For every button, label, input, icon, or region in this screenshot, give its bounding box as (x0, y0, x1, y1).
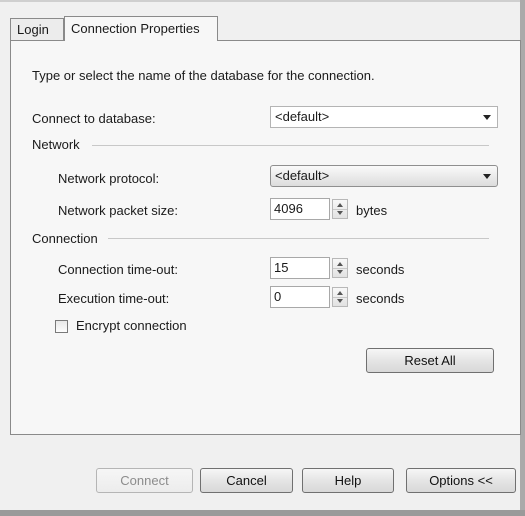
connect-to-database-combo[interactable]: <default> (270, 106, 498, 128)
cancel-button-label: Cancel (226, 473, 267, 488)
network-packet-size-spinner[interactable] (332, 199, 348, 219)
tab-connection-properties[interactable]: Connection Properties (64, 16, 218, 41)
execution-timeout-input[interactable]: 0 (270, 286, 330, 308)
network-group-label: Network (32, 137, 80, 152)
spin-divider (333, 297, 347, 298)
network-packet-size-label: Network packet size: (58, 203, 178, 218)
connect-button-label: Connect (120, 473, 169, 488)
spin-divider (333, 268, 347, 269)
tab-login-label: Login (17, 22, 49, 37)
network-packet-size-input[interactable]: 4096 (270, 198, 330, 220)
encrypt-connection-label[interactable]: Encrypt connection (76, 318, 187, 333)
connection-timeout-label: Connection time-out: (58, 262, 178, 277)
network-packet-size-unit: bytes (356, 203, 388, 218)
connection-timeout-spinner[interactable] (332, 258, 348, 278)
spin-down-icon[interactable] (337, 211, 343, 215)
connection-timeout-unit: seconds (356, 262, 405, 277)
execution-timeout-value: 0 (274, 289, 282, 304)
intro-text: Type or select the name of the database … (32, 68, 375, 83)
network-protocol-select[interactable]: <default> (270, 165, 498, 187)
tab-connection-properties-label: Connection Properties (71, 21, 200, 36)
connect-button[interactable]: Connect (96, 468, 193, 493)
spin-down-icon[interactable] (337, 270, 343, 274)
connect-to-database-label: Connect to database: (32, 111, 156, 126)
connection-timeout-value: 15 (274, 260, 289, 275)
help-button-label: Help (334, 473, 362, 488)
connection-group-label: Connection (32, 231, 98, 246)
connect-to-database-value: <default> (275, 109, 330, 124)
options-button-label: Options << (429, 473, 493, 488)
spin-up-icon[interactable] (337, 203, 343, 207)
encrypt-connection-checkbox[interactable] (55, 320, 68, 333)
network-protocol-value: <default> (275, 168, 330, 183)
network-packet-size-value: 4096 (274, 201, 303, 216)
spin-up-icon[interactable] (337, 291, 343, 295)
connection-timeout-input[interactable]: 15 (270, 257, 330, 279)
network-group-divider (92, 145, 489, 146)
chevron-down-icon[interactable] (483, 174, 491, 179)
execution-timeout-label: Execution time-out: (58, 291, 170, 306)
window-top-edge (0, 0, 525, 2)
options-button[interactable]: Options << (406, 468, 516, 493)
spin-down-icon[interactable] (337, 299, 343, 303)
execution-timeout-unit: seconds (356, 291, 405, 306)
spin-up-icon[interactable] (337, 262, 343, 266)
help-button[interactable]: Help (302, 468, 394, 493)
reset-all-button-label: Reset All (404, 353, 456, 368)
spin-divider (333, 209, 347, 210)
window-bottom-edge (0, 510, 525, 516)
cancel-button[interactable]: Cancel (200, 468, 293, 493)
network-protocol-label: Network protocol: (58, 171, 160, 186)
tab-login[interactable]: Login (10, 18, 64, 40)
reset-all-button[interactable]: Reset All (366, 348, 494, 373)
execution-timeout-spinner[interactable] (332, 287, 348, 307)
connection-group-divider (108, 238, 489, 239)
chevron-down-icon[interactable] (483, 115, 491, 120)
